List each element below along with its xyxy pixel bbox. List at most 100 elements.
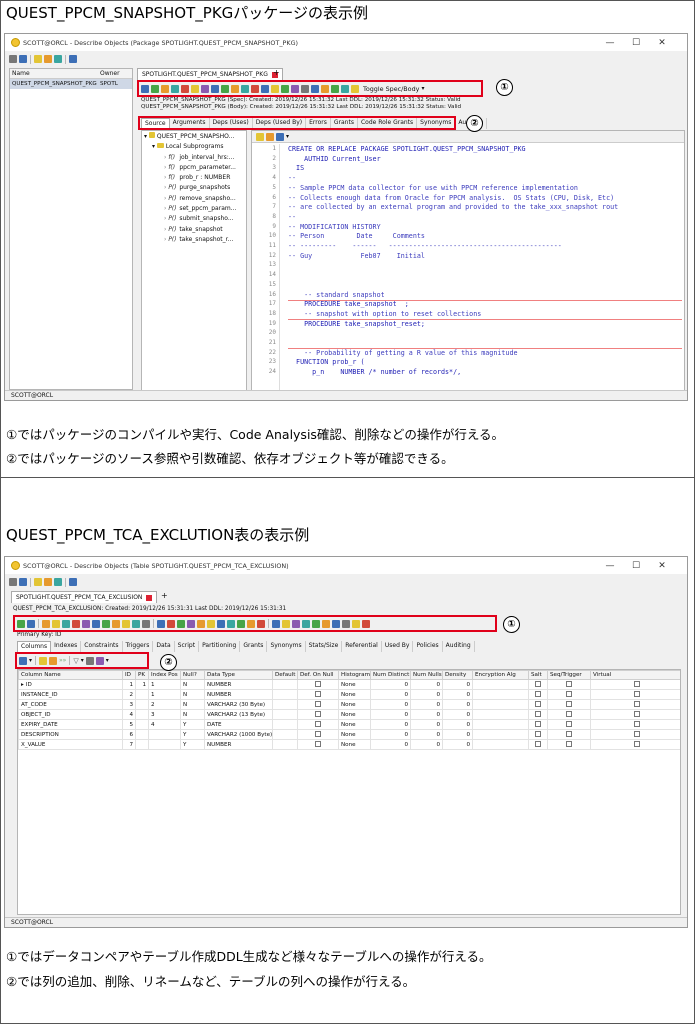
tab-policies[interactable]: Policies [413,641,443,652]
checkbox[interactable] [315,711,321,718]
source-editor[interactable]: ▾ 1 CREATE OR REPLACE PACKAGE SPOTLIGHT.Q… [251,130,685,392]
checkbox[interactable] [535,691,541,698]
add-tab-icon[interactable]: + [273,68,280,77]
tab-document[interactable]: SPOTLIGHT.QUEST_PPCM_TCA_EXCLUSION [11,591,158,603]
tree-item[interactable]: › P() take_snapshot_r... [144,235,244,245]
tree-item[interactable]: › P() take_snapshot [144,225,244,235]
column-header[interactable]: Histogram [338,670,371,680]
checkbox[interactable] [315,691,321,698]
table-row[interactable]: INSTANCE_ID 2 1 N NUMBER None 0 0 0 [18,689,680,700]
checkbox[interactable] [633,711,640,718]
tab-grants[interactable]: Grants [240,641,268,652]
tree-item[interactable]: › P() submit_snapsho... [144,214,244,224]
checkbox[interactable] [315,741,321,748]
checkbox[interactable] [315,681,321,688]
tab-constraints[interactable]: Constraints [81,641,123,652]
tab-data[interactable]: Data [153,641,175,652]
checkbox[interactable] [633,681,640,688]
tab-script[interactable]: Script [175,641,200,652]
checkbox[interactable] [633,741,640,748]
tab-used-by[interactable]: Used By [382,641,414,652]
checkbox[interactable] [633,731,640,738]
tab-stats-size[interactable]: Stats/Size [306,641,343,652]
checkbox[interactable] [535,701,541,708]
close-icon[interactable]: ✕ [649,38,675,48]
column-header[interactable]: Virtual [590,670,680,680]
open-icon[interactable] [34,55,42,63]
tab-triggers[interactable]: Triggers [123,641,154,652]
table-row[interactable]: ▸ ID 1 1 1 N NUMBER None 0 0 0 [18,679,680,690]
tree-root[interactable]: ▾ QUEST_PPCM_SNAPSHO... [144,132,244,142]
checkbox[interactable] [535,681,541,688]
tab-columns[interactable]: Columns [17,641,52,652]
refresh-icon[interactable] [9,578,17,586]
tab-synonyms[interactable]: Synonyms [267,641,306,652]
col-owner-header[interactable]: Owner [100,69,120,78]
table-row[interactable]: AT_CODE 3 2 N VARCHAR2 (30 Byte) None 0 0 0 [18,699,680,710]
checkbox[interactable] [633,721,640,728]
save-icon[interactable] [19,55,27,63]
checkbox[interactable] [566,741,572,748]
tree-item[interactable]: › f() ppcm_parameter... [144,163,244,173]
tree-item[interactable]: › P() purge_snapshots [144,183,244,193]
close-icon[interactable]: ✕ [649,561,675,571]
list-item[interactable]: QUEST_PPCM_SNAPSHOT_PKG SPOTL [10,79,132,89]
copy-icon[interactable] [44,578,52,586]
close-tab-icon[interactable] [146,594,153,601]
checkbox[interactable] [566,721,572,728]
column-header[interactable]: Index Pos [148,670,181,680]
tab-indexes[interactable]: Indexes [51,641,82,652]
col-name-header[interactable]: Name [10,69,100,78]
checkbox[interactable] [315,721,321,728]
column-header[interactable]: Seq/Trigger [547,670,591,680]
checkbox[interactable] [633,691,640,698]
checkbox[interactable] [566,691,572,698]
checkbox[interactable] [535,711,541,718]
table-row[interactable]: OBJECT_ID 4 3 N VARCHAR2 (13 Byte) None 0 0 0 [18,709,680,720]
tree-item[interactable]: › f() job_interval_hrs:... [144,153,244,163]
refresh-icon[interactable] [9,55,17,63]
minimize-icon[interactable]: — [597,561,623,571]
checkbox[interactable] [633,701,640,708]
open-icon[interactable] [34,578,42,586]
checkbox[interactable] [535,731,541,738]
checkbox[interactable] [535,721,541,728]
tree-folder[interactable]: ▾ Local Subprograms [144,142,244,152]
table-row[interactable]: X_VALUE 7 Y NUMBER None 0 0 0 [18,739,680,750]
column-header[interactable]: Data Type [204,670,273,680]
paste-icon[interactable] [54,578,62,586]
checkbox[interactable] [315,731,321,738]
tree-item[interactable]: › P() set_ppcm_param... [144,204,244,214]
column-header[interactable]: Num Distinct [370,670,411,680]
tree-item[interactable]: › P() remove_snapsho... [144,194,244,204]
column-header[interactable]: Num Nulls [410,670,443,680]
table-row[interactable]: DESCRIPTION 6 Y VARCHAR2 (1000 Byte) None 0 0 0 [18,729,680,740]
checkbox[interactable] [566,701,572,708]
checkbox[interactable] [535,741,541,748]
table-row[interactable]: EXPIRY_DATE 5 4 Y DATE None 0 0 0 [18,719,680,730]
save-icon[interactable] [19,578,27,586]
column-header[interactable]: ID [122,670,136,680]
copy-icon[interactable] [44,55,52,63]
options-icon[interactable] [69,578,77,586]
column-header[interactable]: Default [272,670,298,680]
code-area[interactable]: 1 CREATE OR REPLACE PACKAGE SPOTLIGHT.QUE… [252,144,684,391]
options-icon[interactable] [69,55,77,63]
chevron-down-icon[interactable]: ▾ [286,133,289,140]
tab-document[interactable]: SPOTLIGHT.QUEST_PPCM_SNAPSHOT_PKG [137,68,283,80]
column-header[interactable]: Encryption Alg [472,670,529,680]
checkbox[interactable] [566,681,572,688]
column-header[interactable]: Salt [528,670,548,680]
maximize-icon[interactable]: ☐ [623,38,649,48]
tab-partitioning[interactable]: Partitioning [199,641,241,652]
minimize-icon[interactable]: — [597,38,623,48]
maximize-icon[interactable]: ☐ [623,561,649,571]
column-header[interactable]: Def. On Null [297,670,339,680]
column-header[interactable]: PK [135,670,149,680]
column-header[interactable]: Density [442,670,473,680]
paste-icon[interactable] [54,55,62,63]
tree-item[interactable]: › f() prob_r : NUMBER [144,173,244,183]
add-tab-icon[interactable]: + [161,591,168,600]
checkbox[interactable] [566,731,572,738]
editor-edit-icon[interactable] [266,132,274,141]
